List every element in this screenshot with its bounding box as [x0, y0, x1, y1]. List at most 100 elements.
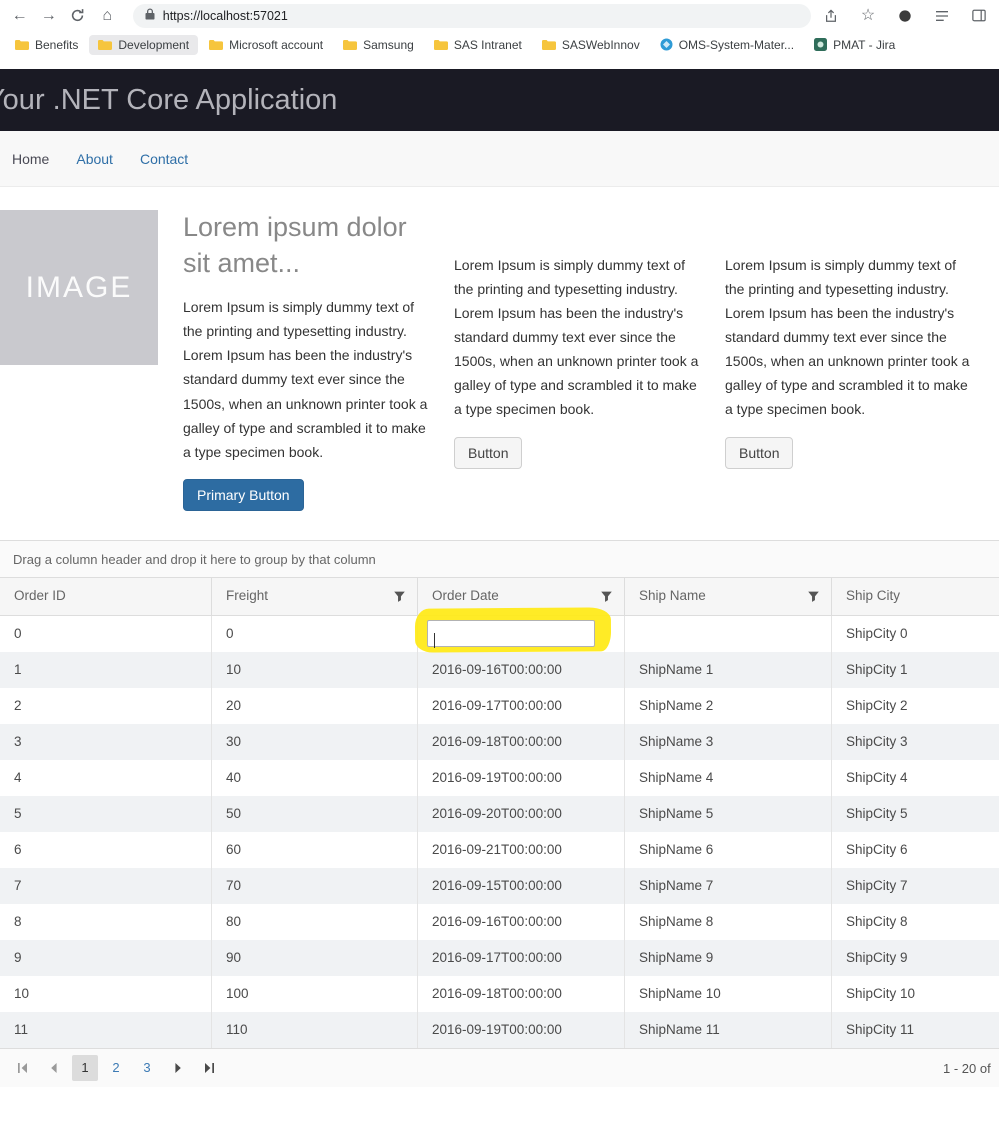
- cell: 2016-09-16T00:00:00: [417, 652, 624, 688]
- column-header-freight[interactable]: Freight: [211, 578, 417, 615]
- pager-page-2[interactable]: 2: [103, 1055, 129, 1081]
- extension-icon[interactable]: [895, 9, 915, 23]
- column-header-ship-city[interactable]: Ship City: [831, 578, 999, 615]
- column-header-order-id[interactable]: Order ID: [0, 578, 211, 615]
- hero-column-3: Lorem Ipsum is simply dummy text of the …: [725, 208, 977, 469]
- pager-prev-icon[interactable]: [41, 1055, 67, 1081]
- table-row[interactable]: 7702016-09-15T00:00:00ShipName 7ShipCity…: [0, 868, 999, 904]
- page-content: IMAGE Lorem ipsum dolor sit amet... Lore…: [0, 187, 999, 1087]
- primary-button[interactable]: Primary Button: [183, 479, 304, 511]
- table-row[interactable]: 5502016-09-20T00:00:00ShipName 5ShipCity…: [0, 796, 999, 832]
- bookmark-label: OMS-System-Mater...: [679, 38, 794, 52]
- grid-body: 00ShipCity 01102016-09-16T00:00:00ShipNa…: [0, 616, 999, 1048]
- hero-heading: Lorem ipsum dolor sit amet...: [183, 210, 435, 281]
- grid-pager: 123 1 - 20 of: [0, 1048, 999, 1087]
- cell: 9: [0, 940, 211, 976]
- bookmark-label: Samsung: [363, 38, 414, 52]
- table-row[interactable]: 4402016-09-19T00:00:00ShipName 4ShipCity…: [0, 760, 999, 796]
- filter-icon[interactable]: [807, 590, 820, 603]
- group-drop-area[interactable]: Drag a column header and drop it here to…: [0, 541, 999, 578]
- forward-icon[interactable]: →: [39, 8, 58, 24]
- table-row[interactable]: 3302016-09-18T00:00:00ShipName 3ShipCity…: [0, 724, 999, 760]
- filter-icon[interactable]: [393, 590, 406, 603]
- cell: 40: [211, 760, 417, 796]
- order-date-edit-input[interactable]: [427, 620, 595, 647]
- table-row[interactable]: 2202016-09-17T00:00:00ShipName 2ShipCity…: [0, 688, 999, 724]
- folder-icon: [209, 39, 223, 51]
- bookmark-label: Microsoft account: [229, 38, 323, 52]
- bookmark-sas-intranet[interactable]: SAS Intranet: [425, 35, 531, 55]
- address-bar[interactable]: https://localhost:57021: [133, 4, 811, 28]
- cell: 0: [0, 616, 211, 652]
- folder-icon: [98, 39, 112, 51]
- jira-icon: [814, 38, 827, 51]
- lock-icon: [145, 7, 155, 25]
- sidebar-icon[interactable]: [969, 9, 989, 22]
- app-title: Your .NET Core Application: [0, 84, 337, 117]
- cell: 11: [0, 1012, 211, 1048]
- hero-column-1: Lorem ipsum dolor sit amet... Lorem Ipsu…: [183, 208, 435, 511]
- cell: 8: [0, 904, 211, 940]
- cell: ShipCity 10: [831, 976, 999, 1012]
- bookmark-pmat-jira[interactable]: PMAT - Jira: [805, 35, 904, 55]
- cell: ShipCity 8: [831, 904, 999, 940]
- table-row[interactable]: 111102016-09-19T00:00:00ShipName 11ShipC…: [0, 1012, 999, 1048]
- bookmark-saswebinnov[interactable]: SASWebInnov: [533, 35, 649, 55]
- bookmarks-bar: BenefitsDevelopment Microsoft account Sams…: [0, 31, 999, 58]
- cell: 60: [211, 832, 417, 868]
- reading-list-icon[interactable]: [932, 10, 952, 22]
- pager-page-3[interactable]: 3: [134, 1055, 160, 1081]
- hero-paragraph-2: Lorem Ipsum is simply dummy text of the …: [454, 253, 706, 422]
- cell: ShipName 5: [624, 796, 831, 832]
- bookmark-benefits[interactable]: Benefits: [6, 35, 87, 55]
- column-label: Ship City: [846, 588, 900, 603]
- browser-toolbar: ← → ⌂ https://localhost:57021 ☆: [0, 0, 999, 31]
- back-icon[interactable]: ←: [10, 8, 29, 24]
- pager-last-icon[interactable]: [196, 1055, 222, 1081]
- cell: 2016-09-19T00:00:00: [417, 760, 624, 796]
- hero-section: IMAGE Lorem ipsum dolor sit amet... Lore…: [0, 208, 999, 511]
- refresh-icon[interactable]: [68, 8, 87, 23]
- column-header-ship-name[interactable]: Ship Name: [624, 578, 831, 615]
- cell: ShipCity 0: [831, 616, 999, 652]
- share-icon[interactable]: [821, 9, 841, 23]
- bookmark-development[interactable]: Development: [89, 35, 198, 55]
- button-2[interactable]: Button: [454, 437, 522, 469]
- bookmark-samsung[interactable]: Samsung: [334, 35, 423, 55]
- bookmark-oms-system-mater[interactable]: OMS-System-Mater...: [651, 35, 803, 55]
- cell: 2016-09-17T00:00:00: [417, 688, 624, 724]
- button-3[interactable]: Button: [725, 437, 793, 469]
- toolbar-right-icons: ☆: [821, 8, 989, 24]
- bookmark-star-icon[interactable]: ☆: [858, 8, 878, 24]
- nav-home[interactable]: Home: [12, 151, 49, 167]
- cell: 80: [211, 904, 417, 940]
- app-header: Your .NET Core Application: [0, 69, 999, 131]
- hero-paragraph-3: Lorem Ipsum is simply dummy text of the …: [725, 253, 977, 422]
- table-row[interactable]: 9902016-09-17T00:00:00ShipName 9ShipCity…: [0, 940, 999, 976]
- pager-next-icon[interactable]: [165, 1055, 191, 1081]
- cell: 2016-09-20T00:00:00: [417, 796, 624, 832]
- nav-about[interactable]: About: [76, 151, 113, 167]
- cell: ShipCity 5: [831, 796, 999, 832]
- nav-contact[interactable]: Contact: [140, 151, 188, 167]
- cell: 2016-09-21T00:00:00: [417, 832, 624, 868]
- cell: 2016-09-15T00:00:00: [417, 868, 624, 904]
- pager-page-1[interactable]: 1: [72, 1055, 98, 1081]
- pager-first-icon[interactable]: [10, 1055, 36, 1081]
- filter-icon[interactable]: [600, 590, 613, 603]
- table-row[interactable]: 6602016-09-21T00:00:00ShipName 6ShipCity…: [0, 832, 999, 868]
- table-row[interactable]: 101002016-09-18T00:00:00ShipName 10ShipC…: [0, 976, 999, 1012]
- bookmark-microsoft-account[interactable]: Microsoft account: [200, 35, 332, 55]
- cell: 6: [0, 832, 211, 868]
- cell: 10: [211, 652, 417, 688]
- table-row[interactable]: 8802016-09-16T00:00:00ShipName 8ShipCity…: [0, 904, 999, 940]
- cell: 3: [0, 724, 211, 760]
- table-row[interactable]: 1102016-09-16T00:00:00ShipName 1ShipCity…: [0, 652, 999, 688]
- hero-paragraph-1: Lorem Ipsum is simply dummy text of the …: [183, 295, 435, 464]
- table-row[interactable]: 00ShipCity 0: [0, 616, 999, 652]
- cell: ShipName 9: [624, 940, 831, 976]
- home-icon[interactable]: ⌂: [98, 8, 117, 24]
- cell: 2016-09-18T00:00:00: [417, 976, 624, 1012]
- cell: 5: [0, 796, 211, 832]
- column-label: Ship Name: [639, 588, 706, 603]
